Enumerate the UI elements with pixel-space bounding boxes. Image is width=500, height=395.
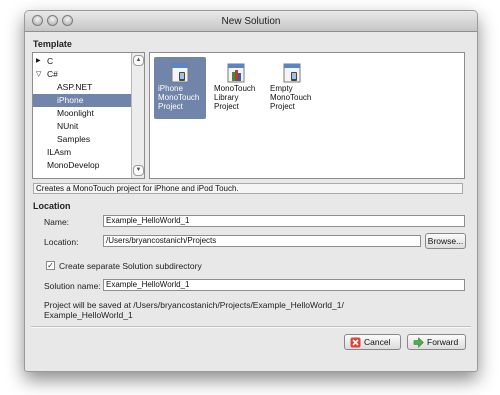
tree-scrollbar[interactable]: ▲ ▼ (131, 53, 144, 178)
cancel-button[interactable]: Cancel (344, 334, 401, 350)
location-input[interactable]: /Users/bryancostanich/Projects (103, 235, 421, 247)
template-description: Creates a MonoTouch project for iPhone a… (33, 183, 463, 194)
expand-arrow-icon[interactable]: ▶ (36, 55, 41, 68)
template-label: Empty MonoTouch Project (270, 84, 312, 111)
tree-item-moonlight[interactable]: Moonlight (33, 107, 132, 120)
tree-item-label: Moonlight (57, 108, 94, 118)
template-monotouch-library-project[interactable]: MonoTouch Library Project (210, 57, 262, 119)
location-label: Location: (44, 237, 79, 247)
cancel-label: Cancel (364, 337, 391, 347)
library-project-icon (227, 63, 245, 83)
tree-item-label: ASP.NET (57, 82, 93, 92)
tree-item-nunit[interactable]: NUnit (33, 120, 132, 133)
forward-arrow-icon (413, 337, 424, 348)
template-section-label: Template (33, 39, 72, 49)
tree-item-csharp[interactable]: ▽ C# (33, 68, 132, 81)
tree-item-iphone[interactable]: iPhone (33, 94, 132, 107)
tree-item-label: C (47, 56, 54, 66)
template-label: MonoTouch Library Project (214, 84, 256, 111)
footer-divider (31, 326, 471, 328)
save-path-line: Project will be saved at /Users/bryancos… (44, 300, 344, 310)
tree-item-label: iPhone (57, 95, 84, 105)
tree-item-label: MonoDevelop (47, 160, 100, 170)
solution-name-input[interactable]: Example_HelloWorld_1 (103, 279, 465, 291)
save-location-info: Project will be saved at /Users/bryancos… (44, 300, 477, 320)
tree-item-c[interactable]: ▶ C (33, 55, 132, 68)
template-category-tree[interactable]: ▶ C ▽ C# ASP.NET iPhone Moonlight NUnit … (32, 52, 145, 179)
name-label: Name: (44, 217, 70, 227)
tree-item-label: NUnit (57, 121, 79, 131)
tree-item-label: C# (47, 69, 58, 79)
title-bar: New Solution (25, 11, 477, 32)
tree-item-monodevelop[interactable]: MonoDevelop (33, 159, 132, 172)
iphone-project-icon (171, 63, 189, 83)
collapse-arrow-icon[interactable]: ▽ (36, 68, 41, 81)
tree-item-label: Samples (57, 134, 91, 144)
template-empty-monotouch-project[interactable]: Empty MonoTouch Project (266, 57, 318, 119)
cancel-icon (350, 337, 361, 348)
template-list[interactable]: iPhone MonoTouch Project MonoTouch Libra… (149, 52, 465, 179)
scroll-down-icon[interactable]: ▼ (133, 165, 144, 176)
browse-button[interactable]: Browse... (425, 233, 466, 249)
subdirectory-checkbox-label[interactable]: Create separate Solution subdirectory (59, 261, 202, 271)
template-label: iPhone MonoTouch Project (158, 84, 200, 111)
tree-item-samples[interactable]: Samples (33, 133, 132, 146)
template-iphone-monotouch-project[interactable]: iPhone MonoTouch Project (154, 57, 206, 119)
name-input[interactable]: Example_HelloWorld_1 (103, 215, 465, 227)
tree-item-label: ILAsm (47, 147, 72, 157)
save-path-line: Example_HelloWorld_1 (44, 310, 133, 320)
forward-button[interactable]: Forward (407, 334, 466, 350)
tree-item-ilasm[interactable]: ILAsm (33, 146, 132, 159)
empty-project-icon (283, 63, 301, 83)
location-section-label: Location (33, 201, 71, 211)
solution-name-label: Solution name: (44, 281, 101, 291)
scroll-up-icon[interactable]: ▲ (133, 55, 144, 66)
subdirectory-checkbox[interactable]: ✓ (46, 261, 55, 270)
window-title: New Solution (221, 16, 281, 27)
tree-item-aspnet[interactable]: ASP.NET (33, 81, 132, 94)
new-solution-dialog: New Solution Template ▶ C ▽ C# ASP.NET i… (24, 10, 478, 372)
forward-label: Forward (427, 337, 459, 347)
